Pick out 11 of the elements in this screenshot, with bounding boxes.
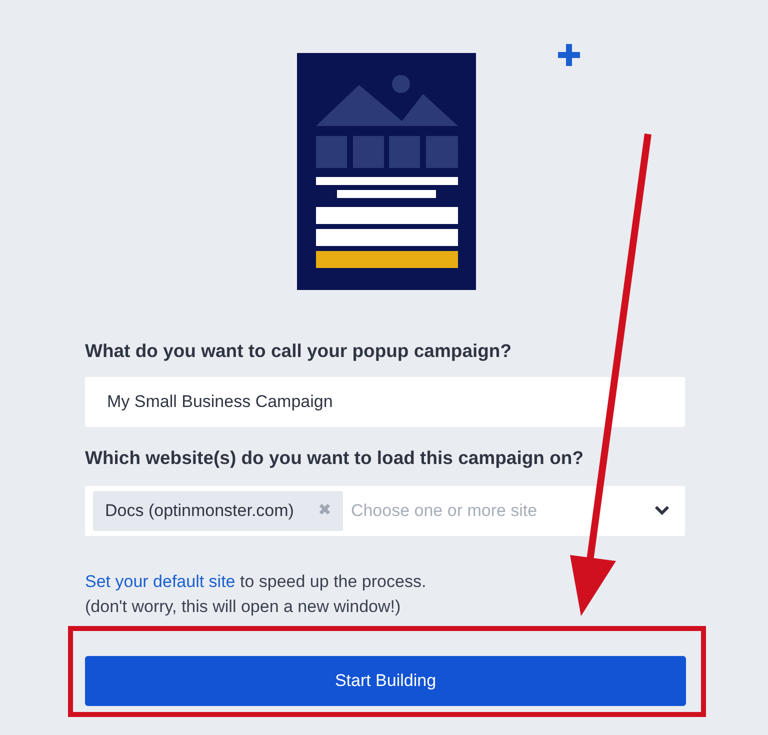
start-building-button[interactable]: Start Building: [85, 656, 686, 706]
website-select[interactable]: Docs (optinmonster.com) ✖ Choose one or more site: [85, 486, 685, 536]
plus-icon[interactable]: [556, 42, 582, 68]
campaign-name-field[interactable]: My Small Business Campaign: [85, 376, 685, 427]
field-label: Which website(s) do you want to load this campaign on?: [85, 446, 584, 470]
field-label: What do you want to call your popup campaign?: [85, 339, 513, 363]
help-text: Set your default site to speed up the process.: [85, 570, 428, 592]
chevron-down-icon: [654, 505, 670, 516]
help-note: (don't worry, this will open a new window!): [85, 596, 402, 618]
default-site-link[interactable]: Set your default site: [85, 572, 236, 590]
selected-site-tag: Docs (optinmonster.com) ✖: [93, 490, 343, 530]
